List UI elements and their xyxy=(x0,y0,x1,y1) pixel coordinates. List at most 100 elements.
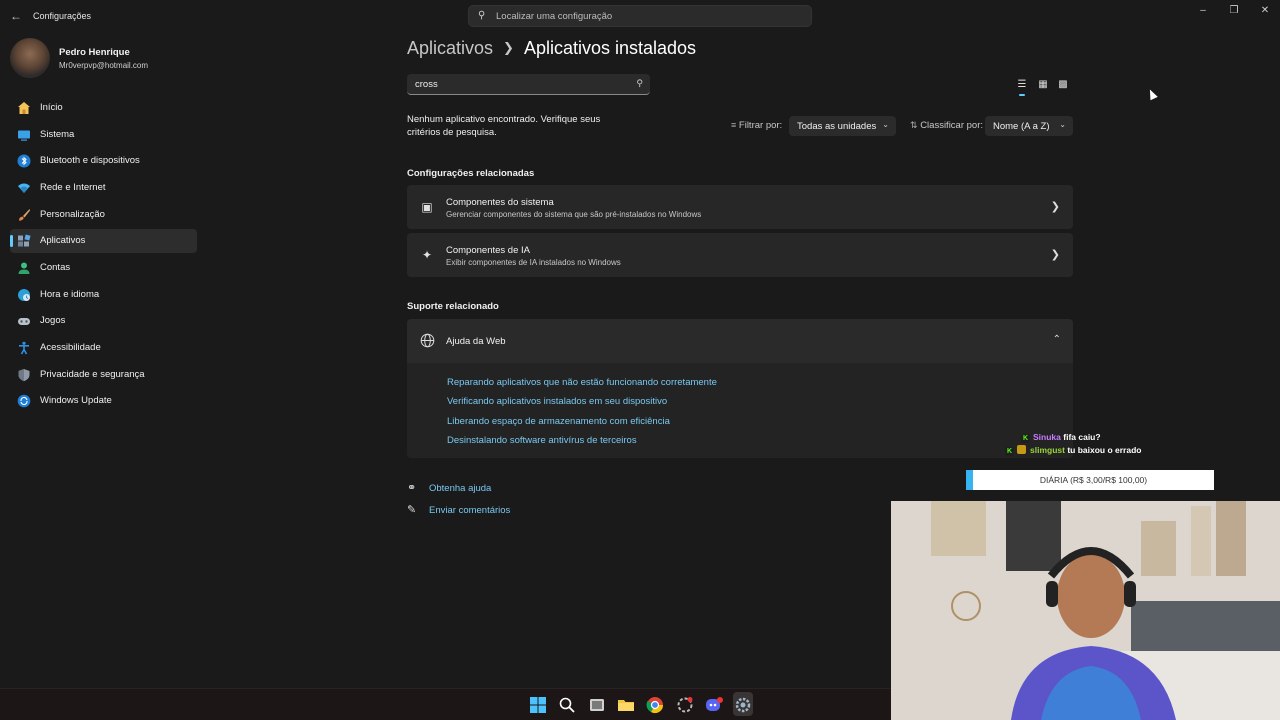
breadcrumb-parent[interactable]: Aplicativos xyxy=(407,38,493,58)
taskbar-search-icon[interactable] xyxy=(558,696,576,714)
sidebar-item-privacidade[interactable]: Privacidade e segurança xyxy=(10,363,197,387)
system-icon xyxy=(18,130,30,141)
file-explorer-icon[interactable] xyxy=(617,696,635,714)
sort-value: Nome (A a Z) xyxy=(993,121,1050,132)
sidebar-item-sistema[interactable]: Sistema xyxy=(10,123,197,147)
chevron-down-icon: ⌄ xyxy=(1059,120,1066,129)
webcam-image xyxy=(891,501,1280,720)
chat-text: tu baixou o errado xyxy=(1067,445,1142,455)
card-subtitle: Gerenciar componentes do sistema que são… xyxy=(446,210,702,219)
user-email: Mr0verpvp@hotmail.com xyxy=(59,61,149,70)
mouse-cursor-icon xyxy=(1146,87,1158,101)
app-search-value: cross xyxy=(415,79,438,90)
chevron-right-icon: ❯ xyxy=(1050,249,1060,261)
task-view-icon[interactable] xyxy=(588,696,606,714)
accounts-icon xyxy=(18,262,30,274)
send-feedback-link[interactable]: Enviar comentários xyxy=(429,505,510,516)
sidebar-item-hora-idioma[interactable]: Hora e idioma xyxy=(10,283,197,307)
list-view-icon[interactable]: ☰ xyxy=(1014,78,1030,96)
chat-user: Sinuka xyxy=(1033,432,1061,442)
settings-gear-icon[interactable] xyxy=(734,696,752,714)
sidebar-item-aplicativos[interactable]: Aplicativos xyxy=(10,229,197,253)
system-components-card[interactable]: ▣ Componentes do sistema Gerenciar compo… xyxy=(407,185,1073,229)
bluetooth-icon xyxy=(17,154,31,168)
sidebar-item-label: Rede e Internet xyxy=(40,182,106,193)
sidebar-item-label: Acessibilidade xyxy=(40,342,101,353)
maximize-button[interactable]: ❐ xyxy=(1219,4,1249,18)
no-results-message: Nenhum aplicativo encontrado. Verifique … xyxy=(407,114,601,138)
grid-view-icon[interactable]: ▦ xyxy=(1035,78,1051,92)
sidebar-item-label: Bluetooth e dispositivos xyxy=(40,155,140,166)
filter-value: Todas as unidades xyxy=(797,121,877,132)
sidebar-item-label: Contas xyxy=(40,262,71,273)
chat-message: K Sinuka fifa caiu? xyxy=(1021,432,1101,443)
search-icon[interactable]: ⚲ xyxy=(636,78,643,89)
sidebar-item-acessibilidade[interactable]: Acessibilidade xyxy=(10,336,197,360)
sidebar-item-inicio[interactable]: Início xyxy=(10,96,197,120)
subscriber-badge-icon xyxy=(1017,445,1026,454)
sidebar-item-jogos[interactable]: Jogos xyxy=(10,309,197,333)
get-help-link[interactable]: Obtenha ajuda xyxy=(429,483,491,494)
sidebar-item-personalizacao[interactable]: Personalização xyxy=(10,203,197,227)
update-icon xyxy=(17,394,31,408)
avatar[interactable] xyxy=(10,38,50,78)
time-language-icon xyxy=(18,289,30,301)
close-button[interactable]: ✕ xyxy=(1250,4,1280,18)
help-link[interactable]: Desinstalando software antivírus de terc… xyxy=(447,435,637,446)
web-help-header[interactable]: Ajuda da Web ⌃ xyxy=(407,319,1073,363)
filter-label-text: Filtrar por: xyxy=(738,120,783,131)
sidebar-item-windows-update[interactable]: Windows Update xyxy=(10,389,197,413)
donation-goal-text: DIÁRIA (R$ 3,00/R$ 100,00) xyxy=(1039,475,1148,485)
network-icon xyxy=(18,183,30,193)
tile-view-icon[interactable]: ▩ xyxy=(1055,78,1071,92)
filter-label: ≡ Filtrar por: xyxy=(731,120,782,131)
chrome-icon[interactable] xyxy=(646,696,664,714)
card-subtitle: Exibir componentes de IA instalados no W… xyxy=(446,258,621,267)
sidebar-item-label: Personalização xyxy=(40,209,105,220)
sidebar-item-label: Início xyxy=(40,102,63,113)
home-icon xyxy=(18,102,30,114)
gaming-icon xyxy=(18,318,30,325)
sidebar-item-bluetooth[interactable]: Bluetooth e dispositivos xyxy=(10,149,197,173)
accessibility-icon xyxy=(19,341,29,355)
sidebar-item-contas[interactable]: Contas xyxy=(10,256,197,280)
donation-goal-bar: DIÁRIA (R$ 3,00/R$ 100,00) xyxy=(966,470,1214,490)
brush-icon xyxy=(19,209,30,221)
help-link[interactable]: Verificando aplicativos instalados em se… xyxy=(447,396,667,407)
related-settings-heading: Configurações relacionadas xyxy=(407,168,535,179)
ai-components-card[interactable]: ✦ Componentes de IA Exibir componentes d… xyxy=(407,233,1073,277)
app-gear-icon[interactable] xyxy=(676,696,694,714)
sidebar-item-label: Jogos xyxy=(40,315,66,326)
settings-search-box[interactable]: ⚲ Localizar uma configuração xyxy=(468,5,812,27)
page-title: Aplicativos instalados xyxy=(523,38,697,58)
filter-icon: ≡ xyxy=(731,120,737,130)
windows-start-icon[interactable] xyxy=(529,696,547,714)
sidebar-item-label: Windows Update xyxy=(40,395,112,406)
settings-search-placeholder: Localizar uma configuração xyxy=(496,11,613,22)
minimize-button[interactable]: – xyxy=(1188,4,1218,18)
sort-dropdown[interactable]: Nome (A a Z) ⌄ xyxy=(985,116,1073,136)
shield-icon xyxy=(18,369,30,382)
search-icon: ⚲ xyxy=(478,10,486,21)
back-arrow-icon[interactable]: ← xyxy=(8,8,24,24)
web-help-panel: Ajuda da Web ⌃ Reparando aplicativos que… xyxy=(407,319,1073,458)
system-components-icon: ▣ xyxy=(421,200,433,214)
web-help-title: Ajuda da Web xyxy=(446,336,506,347)
help-link[interactable]: Reparando aplicativos que não estão func… xyxy=(447,377,717,388)
taskbar xyxy=(0,688,891,720)
filter-dropdown[interactable]: Todas as unidades ⌄ xyxy=(789,116,896,136)
sidebar-item-label: Hora e idioma xyxy=(40,289,100,300)
sparkle-icon: ✦ xyxy=(421,248,433,262)
sidebar-item-label: Aplicativos xyxy=(40,235,86,246)
feedback-icon: ✎ xyxy=(407,504,417,516)
sort-icon: ⇅ xyxy=(910,120,918,130)
kick-badge-icon: K xyxy=(1005,447,1014,456)
help-link[interactable]: Liberando espaço de armazenamento com ef… xyxy=(447,416,670,427)
user-name: Pedro Henrique xyxy=(59,47,130,58)
discord-icon[interactable] xyxy=(705,696,723,714)
chevron-down-icon: ⌄ xyxy=(882,120,889,129)
app-search-input[interactable]: cross ⚲ xyxy=(407,74,650,95)
chevron-up-icon[interactable]: ⌃ xyxy=(1053,334,1061,345)
sort-label-text: Classificar por: xyxy=(920,120,984,131)
sidebar-item-rede[interactable]: Rede e Internet xyxy=(10,176,197,200)
